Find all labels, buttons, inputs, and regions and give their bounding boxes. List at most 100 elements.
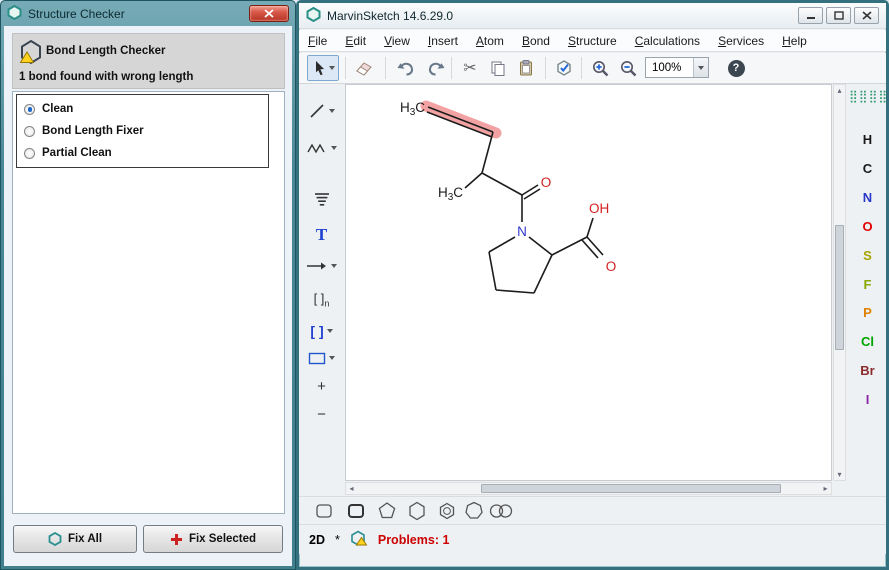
text-tool[interactable]: T [303, 222, 340, 248]
eraser-tool-button[interactable] [351, 55, 377, 81]
chevron-down-icon [331, 264, 337, 268]
menu-insert[interactable]: Insert [419, 31, 467, 51]
minimize-button[interactable] [798, 7, 823, 24]
dialog-body: Bond Length Checker 1 bond found with wr… [4, 26, 292, 566]
dialog-titlebar[interactable]: Structure Checker [1, 1, 295, 26]
element-button-o[interactable]: O [849, 219, 886, 237]
text-tool-icon: T [316, 225, 327, 245]
bracket-tool[interactable]: [ ] [303, 318, 340, 344]
vertical-scroll-thumb[interactable] [835, 225, 844, 350]
scroll-right-arrow[interactable]: ▸ [820, 483, 831, 494]
window-controls [795, 7, 879, 24]
cut-button[interactable]: ✂ [457, 55, 483, 81]
hash-wedge-icon [312, 191, 332, 207]
template-cyclobutane-icon[interactable] [311, 500, 337, 522]
menu-calculations[interactable]: Calculations [626, 31, 709, 51]
check-structure-button[interactable] [551, 55, 577, 81]
dialog-buttons: Fix All Fix Selected [13, 525, 283, 553]
dialog-title: Structure Checker [28, 7, 125, 21]
element-button-f[interactable]: F [849, 277, 886, 295]
copy-button[interactable] [485, 55, 511, 81]
menu-structure[interactable]: Structure [559, 31, 626, 51]
problems-count[interactable]: Problems: 1 [378, 533, 450, 547]
fix-selected-button[interactable]: Fix Selected [143, 525, 283, 553]
zoom-level-select[interactable]: 100% [645, 57, 709, 78]
molecule-structure[interactable]: H3C H3C O N OH O [346, 85, 831, 480]
rectangle-tool[interactable] [303, 345, 340, 371]
element-button-s[interactable]: S [849, 248, 886, 266]
undo-button[interactable] [393, 55, 419, 81]
help-button[interactable]: ? [723, 55, 749, 81]
element-button-p[interactable]: P [849, 305, 886, 323]
problems-warning-icon[interactable] [350, 530, 368, 549]
atom-label-methyl-top[interactable]: H3C [400, 100, 425, 118]
statusbar: 2D * Problems: 1 [299, 524, 886, 554]
redo-button[interactable] [423, 55, 449, 81]
close-button[interactable] [854, 7, 879, 24]
increase-charge-button[interactable]: + [303, 373, 340, 399]
element-button-br[interactable]: Br [849, 363, 886, 381]
dimension-selector[interactable]: 2D [309, 533, 325, 547]
periodic-table-button[interactable]: ⣿⣿⣿⣿ [849, 90, 886, 103]
arrow-tool[interactable] [303, 253, 340, 279]
scroll-left-arrow[interactable]: ◂ [346, 483, 357, 494]
molecule-bonds[interactable] [427, 107, 603, 293]
horizontal-scrollbar[interactable]: ◂ ▸ [345, 482, 832, 495]
element-button-i[interactable]: I [849, 392, 886, 410]
sketch-canvas[interactable]: H3C H3C O N OH O [345, 84, 832, 481]
zoom-out-button[interactable] [615, 55, 641, 81]
vertical-scrollbar[interactable]: ▴ ▾ [833, 84, 846, 481]
maximize-button[interactable] [826, 7, 851, 24]
element-button-n[interactable]: N [849, 190, 886, 208]
template-fused-rings-icon[interactable] [488, 500, 514, 522]
rectangle-icon [308, 352, 326, 365]
menu-file[interactable]: File [299, 31, 336, 51]
arrow-icon [306, 260, 328, 272]
template-benzene-icon[interactable] [434, 500, 460, 522]
chain-tool[interactable] [303, 135, 340, 161]
redo-icon [426, 59, 446, 77]
scroll-down-arrow[interactable]: ▾ [834, 469, 845, 480]
atom-label-carbonyl-o[interactable]: O [541, 175, 552, 190]
radio-option-bond-length-fixer[interactable]: Bond Length Fixer [24, 120, 261, 142]
scroll-up-arrow[interactable]: ▴ [834, 85, 845, 96]
results-list[interactable]: Clean Bond Length Fixer Partial Clean [12, 91, 285, 514]
selection-tool-button[interactable] [307, 55, 339, 81]
chevron-down-icon [327, 329, 333, 333]
dialog-close-button[interactable] [249, 5, 289, 22]
structure-checker-icon [7, 5, 22, 23]
plus-icon [170, 533, 183, 546]
paste-button[interactable] [513, 55, 539, 81]
toolbar: ✂ 100% ? [299, 53, 886, 84]
template-cyclopentane-icon[interactable] [343, 500, 369, 522]
zoom-in-icon [591, 59, 610, 78]
atom-label-ring-n[interactable]: N [517, 224, 527, 239]
template-pentagon-icon[interactable] [374, 500, 400, 522]
zoom-in-button[interactable] [587, 55, 613, 81]
decrease-charge-button[interactable]: − [303, 401, 340, 427]
horizontal-scroll-thumb[interactable] [481, 484, 781, 493]
fix-all-button[interactable]: Fix All [13, 525, 137, 553]
element-button-c[interactable]: C [849, 161, 886, 179]
atom-label-methyl-branch[interactable]: H3C [438, 185, 463, 203]
radio-option-clean[interactable]: Clean [24, 98, 261, 120]
atom-label-acid-o[interactable]: O [606, 259, 617, 274]
menu-services[interactable]: Services [709, 31, 773, 51]
single-bond-tool[interactable] [303, 98, 340, 124]
menu-view[interactable]: View [375, 31, 419, 51]
menu-help[interactable]: Help [773, 31, 816, 51]
main-titlebar[interactable]: MarvinSketch 14.6.29.0 [299, 3, 886, 29]
radio-option-partial-clean[interactable]: Partial Clean [24, 142, 261, 164]
element-button-cl[interactable]: Cl [849, 334, 886, 352]
abbreviated-group-tool[interactable]: [ ]n [303, 287, 340, 313]
atom-label-acid-oh[interactable]: OH [589, 201, 609, 216]
menu-edit[interactable]: Edit [336, 31, 375, 51]
template-cyclohexane-icon[interactable] [404, 500, 430, 522]
menu-atom[interactable]: Atom [467, 31, 513, 51]
zoom-dropdown-button[interactable] [693, 58, 708, 77]
hashed-bond-tool[interactable] [303, 186, 340, 212]
element-button-h[interactable]: H [849, 132, 886, 150]
menu-bond[interactable]: Bond [513, 31, 559, 51]
radio-label: Partial Clean [42, 147, 112, 159]
template-cycloheptane-icon[interactable] [461, 500, 487, 522]
